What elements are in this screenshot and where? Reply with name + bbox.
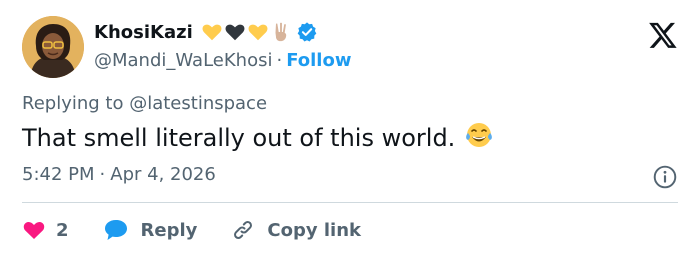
follow-button[interactable]: Follow <box>286 50 351 71</box>
separator: · <box>99 164 106 185</box>
tweet-timestamp[interactable]: 5:42 PM · Apr 4, 2026 <box>22 164 216 185</box>
link-icon <box>231 218 255 242</box>
tweet-card: KhosiKazi @Mandi_WaLeKhosi · Follow Repl… <box>0 0 700 256</box>
yellow-heart-icon <box>201 21 223 43</box>
separator: · <box>276 49 283 71</box>
author-name-row: KhosiKazi <box>94 18 318 46</box>
avatar[interactable] <box>22 16 84 78</box>
info-icon[interactable] <box>652 164 678 190</box>
divider <box>22 202 678 203</box>
replying-to: Replying to @latestinspace <box>22 93 267 114</box>
copy-link-button[interactable]: Copy link <box>231 218 361 242</box>
name-emojis <box>201 21 318 43</box>
like-count: 2 <box>56 219 69 241</box>
author-handle[interactable]: @Mandi_WaLeKhosi <box>94 50 272 71</box>
victory-hand-icon <box>270 21 292 43</box>
replying-prefix: Replying to <box>22 93 124 114</box>
face-with-tears-of-joy-icon <box>465 121 493 155</box>
action-bar: 2 Reply Copy link <box>22 215 361 245</box>
yellow-heart-icon <box>247 21 269 43</box>
tweet-body: That smell literally out of this world. <box>22 124 456 152</box>
heart-icon <box>22 218 46 242</box>
black-heart-icon <box>224 21 246 43</box>
speech-bubble-icon <box>103 218 129 242</box>
replying-to-mention[interactable]: @latestinspace <box>129 93 267 114</box>
author-handle-row: @Mandi_WaLeKhosi · Follow <box>94 47 351 73</box>
x-logo-icon[interactable] <box>648 20 678 50</box>
like-button[interactable]: 2 <box>22 218 103 242</box>
reply-label: Reply <box>140 219 198 241</box>
copy-link-label: Copy link <box>267 219 361 241</box>
tweet-time: 5:42 PM <box>22 164 95 185</box>
display-name[interactable]: KhosiKazi <box>94 22 193 43</box>
verified-badge-icon <box>296 21 318 43</box>
tweet-text: That smell literally out of this world. <box>22 121 493 155</box>
tweet-date: Apr 4, 2026 <box>110 164 216 185</box>
reply-button[interactable]: Reply <box>103 218 232 242</box>
